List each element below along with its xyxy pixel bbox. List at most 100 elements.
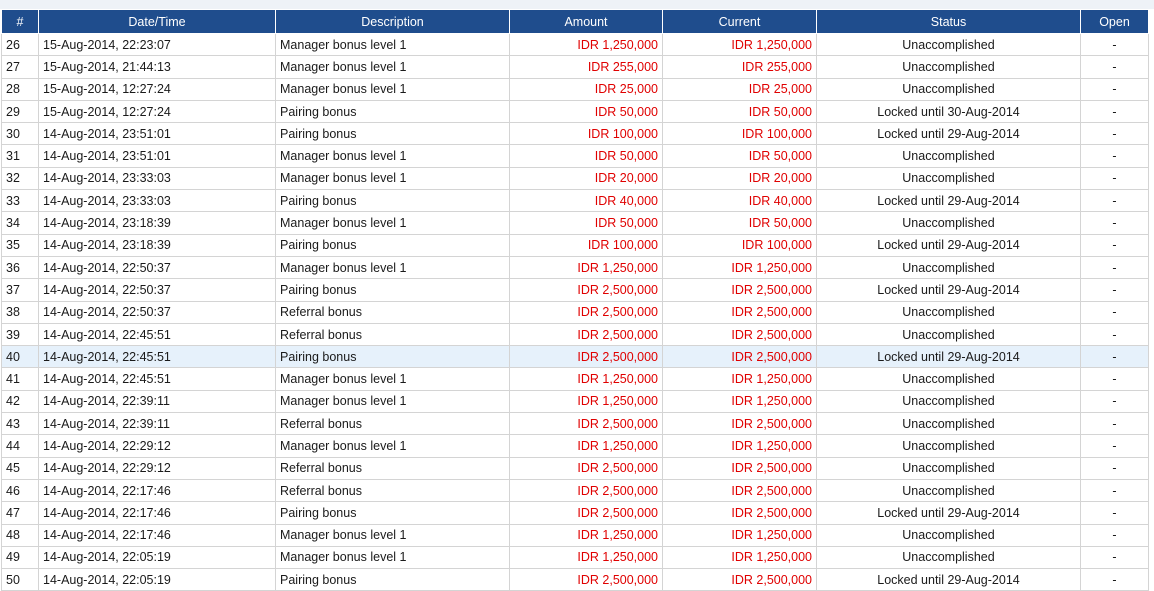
row-description: Pairing bonus <box>275 345 510 369</box>
table-row[interactable]: 46 14-Aug-2014, 22:17:46 Referral bonus IDR… <box>1 478 1149 503</box>
table-row[interactable]: 39 14-Aug-2014, 22:45:51 Referral bonus IDR… <box>1 322 1149 347</box>
row-open-link[interactable]: - <box>1080 322 1149 347</box>
header-current[interactable]: Current <box>662 9 817 34</box>
row-open-link[interactable]: - <box>1080 389 1149 414</box>
table-row[interactable]: 28 15-Aug-2014, 12:27:24 Manager bonus lev… <box>1 77 1149 101</box>
row-number: 40 <box>1 345 39 369</box>
row-open-link[interactable]: - <box>1080 122 1149 146</box>
table-row[interactable]: 38 14-Aug-2014, 22:50:37 Referral bonus IDR… <box>1 300 1149 324</box>
table-header-row: # Date/Time Description Amount Current S… <box>1 9 1149 34</box>
table-row[interactable]: 34 14-Aug-2014, 23:18:39 Manager bonus lev… <box>1 211 1149 235</box>
table-row[interactable]: 41 14-Aug-2014, 22:45:51 Manager bonus lev… <box>1 367 1149 391</box>
row-open-link[interactable]: - <box>1080 434 1149 458</box>
row-current: IDR 100,000 <box>662 233 817 257</box>
row-current: IDR 2,500,000 <box>662 300 817 324</box>
row-datetime: 14-Aug-2014, 22:45:51 <box>38 367 276 391</box>
table-row[interactable]: 45 14-Aug-2014, 22:29:12 Referral bonus IDR… <box>1 456 1149 480</box>
row-open-link[interactable]: - <box>1080 211 1149 235</box>
row-datetime: 14-Aug-2014, 22:50:37 <box>38 278 276 302</box>
table-row[interactable]: 47 14-Aug-2014, 22:17:46 Pairing bonus IDR … <box>1 501 1149 525</box>
table-row[interactable]: 30 14-Aug-2014, 23:51:01 Pairing bonus IDR … <box>1 122 1149 146</box>
top-strip <box>0 0 1154 9</box>
row-open-link[interactable]: - <box>1080 367 1149 391</box>
table-row[interactable]: 42 14-Aug-2014, 22:39:11 Manager bonus lev… <box>1 389 1149 414</box>
bonus-table: # Date/Time Description Amount Current S… <box>1 9 1149 591</box>
table-row[interactable]: 40 14-Aug-2014, 22:45:51 Pairing bonus IDR … <box>1 345 1149 369</box>
row-open-link[interactable]: - <box>1080 233 1149 257</box>
row-current: IDR 2,500,000 <box>662 456 817 480</box>
row-status: Unaccomplished <box>816 166 1081 191</box>
row-status: Unaccomplished <box>816 367 1081 391</box>
header-amount[interactable]: Amount <box>509 9 663 34</box>
row-datetime: 14-Aug-2014, 23:51:01 <box>38 122 276 146</box>
row-description: Manager bonus level 1 <box>275 55 510 79</box>
header-description[interactable]: Description <box>275 9 510 34</box>
row-datetime: 14-Aug-2014, 23:51:01 <box>38 144 276 168</box>
table-row[interactable]: 27 15-Aug-2014, 21:44:13 Manager bonus lev… <box>1 55 1149 79</box>
row-open-link[interactable]: - <box>1080 568 1149 591</box>
table-row[interactable]: 26 15-Aug-2014, 22:23:07 Manager bonus lev… <box>1 32 1149 57</box>
row-amount: IDR 1,250,000 <box>509 434 663 458</box>
row-open-link[interactable]: - <box>1080 255 1149 280</box>
header-open[interactable]: Open <box>1080 9 1149 34</box>
row-description: Manager bonus level 1 <box>275 434 510 458</box>
row-open-link[interactable]: - <box>1080 77 1149 101</box>
row-current: IDR 1,250,000 <box>662 523 817 547</box>
table-row[interactable]: 37 14-Aug-2014, 22:50:37 Pairing bonus IDR … <box>1 278 1149 302</box>
row-status: Locked until 29-Aug-2014 <box>816 278 1081 302</box>
row-amount: IDR 40,000 <box>509 189 663 213</box>
row-open-link[interactable]: - <box>1080 144 1149 168</box>
header-datetime[interactable]: Date/Time <box>38 9 276 34</box>
row-open-link[interactable]: - <box>1080 99 1149 124</box>
table-row[interactable]: 48 14-Aug-2014, 22:17:46 Manager bonus lev… <box>1 523 1149 547</box>
row-description: Manager bonus level 1 <box>275 545 510 570</box>
table-row[interactable]: 44 14-Aug-2014, 22:29:12 Manager bonus lev… <box>1 434 1149 458</box>
row-open-link[interactable]: - <box>1080 478 1149 503</box>
row-datetime: 14-Aug-2014, 23:33:03 <box>38 166 276 191</box>
row-amount: IDR 2,500,000 <box>509 412 663 436</box>
row-open-link[interactable]: - <box>1080 523 1149 547</box>
row-amount: IDR 1,250,000 <box>509 545 663 570</box>
table-row[interactable]: 33 14-Aug-2014, 23:33:03 Pairing bonus IDR … <box>1 189 1149 213</box>
row-open-link[interactable]: - <box>1080 189 1149 213</box>
table-row[interactable]: 43 14-Aug-2014, 22:39:11 Referral bonus IDR… <box>1 412 1149 436</box>
row-open-link[interactable]: - <box>1080 300 1149 324</box>
row-open-link[interactable]: - <box>1080 412 1149 436</box>
row-number: 42 <box>1 389 39 414</box>
row-datetime: 14-Aug-2014, 23:18:39 <box>38 233 276 257</box>
table-row[interactable]: 50 14-Aug-2014, 22:05:19 Pairing bonus IDR … <box>1 568 1149 591</box>
row-open-link[interactable]: - <box>1080 32 1149 57</box>
row-number: 45 <box>1 456 39 480</box>
row-number: 30 <box>1 122 39 146</box>
row-current: IDR 2,500,000 <box>662 278 817 302</box>
table-row[interactable]: 29 15-Aug-2014, 12:27:24 Pairing bonus IDR … <box>1 99 1149 124</box>
row-open-link[interactable]: - <box>1080 501 1149 525</box>
row-open-link[interactable]: - <box>1080 456 1149 480</box>
row-datetime: 14-Aug-2014, 22:05:19 <box>38 545 276 570</box>
row-number: 44 <box>1 434 39 458</box>
table-row[interactable]: 32 14-Aug-2014, 23:33:03 Manager bonus lev… <box>1 166 1149 191</box>
row-amount: IDR 2,500,000 <box>509 345 663 369</box>
table-row[interactable]: 36 14-Aug-2014, 22:50:37 Manager bonus lev… <box>1 255 1149 280</box>
row-open-link[interactable]: - <box>1080 345 1149 369</box>
row-current: IDR 40,000 <box>662 189 817 213</box>
row-status: Unaccomplished <box>816 322 1081 347</box>
row-open-link[interactable]: - <box>1080 55 1149 79</box>
row-open-link[interactable]: - <box>1080 545 1149 570</box>
bonus-history-view: # Date/Time Description Amount Current S… <box>0 0 1154 591</box>
row-description: Pairing bonus <box>275 568 510 591</box>
row-open-link[interactable]: - <box>1080 166 1149 191</box>
row-number: 47 <box>1 501 39 525</box>
row-datetime: 14-Aug-2014, 22:50:37 <box>38 255 276 280</box>
table-row[interactable]: 35 14-Aug-2014, 23:18:39 Pairing bonus IDR … <box>1 233 1149 257</box>
table-row[interactable]: 31 14-Aug-2014, 23:51:01 Manager bonus lev… <box>1 144 1149 168</box>
table-row[interactable]: 49 14-Aug-2014, 22:05:19 Manager bonus lev… <box>1 545 1149 570</box>
row-current: IDR 2,500,000 <box>662 478 817 503</box>
row-open-link[interactable]: - <box>1080 278 1149 302</box>
row-status: Locked until 29-Aug-2014 <box>816 189 1081 213</box>
row-status: Unaccomplished <box>816 434 1081 458</box>
row-description: Manager bonus level 1 <box>275 255 510 280</box>
header-number[interactable]: # <box>1 9 39 34</box>
row-datetime: 14-Aug-2014, 22:50:37 <box>38 300 276 324</box>
header-status[interactable]: Status <box>816 9 1081 34</box>
